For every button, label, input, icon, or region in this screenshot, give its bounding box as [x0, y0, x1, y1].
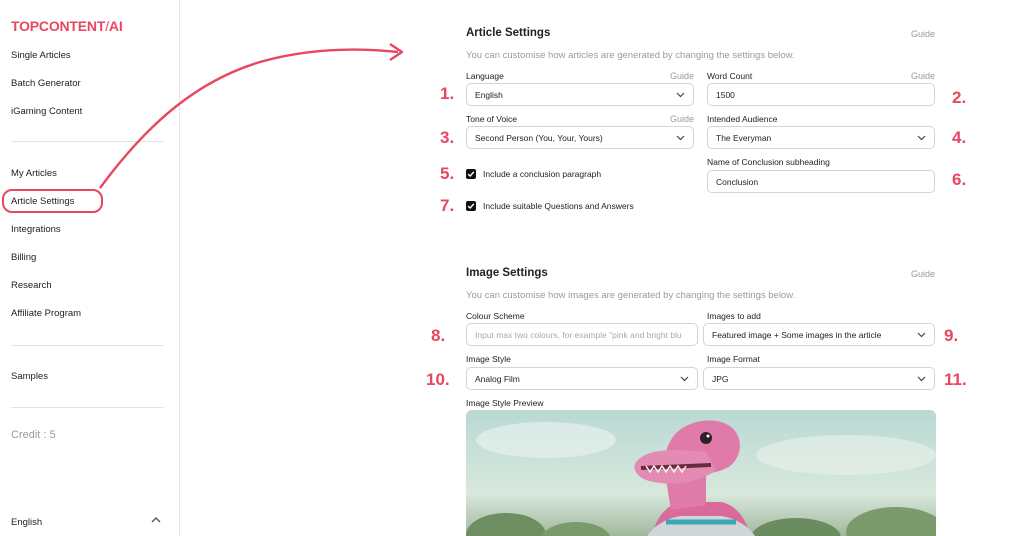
- image-style-preview-label: Image Style Preview: [466, 398, 544, 408]
- conclusion-subheading-label: Name of Conclusion subheading: [707, 157, 830, 167]
- tone-guide-link[interactable]: Guide: [670, 114, 694, 124]
- image-style-preview: [466, 410, 936, 536]
- qa-checkbox[interactable]: [466, 201, 476, 211]
- annotation-number: 2.: [952, 88, 967, 107]
- annotation-number: 10.: [426, 370, 450, 389]
- intended-audience-select[interactable]: The Everyman: [707, 126, 935, 149]
- chevron-down-icon: [917, 332, 926, 337]
- tone-of-voice-label: Tone of Voice: [466, 114, 518, 124]
- annotation-number: 5.: [440, 164, 455, 183]
- page: TOPCONTENT/AI Single Articles Batch Gene…: [0, 0, 1024, 536]
- intended-audience-label: Intended Audience: [707, 114, 778, 124]
- pink-dinosaur-image: [466, 410, 936, 536]
- audience-select-value: The Everyman: [716, 132, 772, 143]
- language-select-value: English: [475, 89, 503, 100]
- tone-of-voice-select[interactable]: Second Person (You, Your, Yours): [466, 126, 694, 149]
- chevron-down-icon: [917, 376, 926, 381]
- annotation-number: 11.: [944, 370, 967, 389]
- conclusion-subheading-value: Conclusion: [716, 176, 759, 187]
- article-settings-guide-link[interactable]: Guide: [911, 29, 935, 39]
- chevron-down-icon: [676, 92, 685, 97]
- language-guide-link[interactable]: Guide: [670, 71, 694, 81]
- annotation-number: 9.: [944, 326, 959, 345]
- colour-scheme-placeholder: Input max two colours, for example "pink…: [475, 329, 682, 340]
- article-settings-title: Article Settings: [466, 27, 551, 39]
- images-to-add-value: Featured image + Some images in the arti…: [712, 329, 882, 340]
- word-count-guide-link[interactable]: Guide: [911, 71, 935, 81]
- image-format-label: Image Format: [707, 354, 760, 364]
- colour-scheme-input[interactable]: Input max two colours, for example "pink…: [466, 323, 698, 346]
- word-count-label: Word Count: [707, 71, 753, 81]
- image-settings-guide-link[interactable]: Guide: [911, 269, 935, 279]
- conclusion-checkbox[interactable]: [466, 169, 476, 179]
- image-settings-subtitle: You can customise how images are generat…: [466, 290, 796, 301]
- chevron-down-icon: [680, 376, 689, 381]
- word-count-value: 1500: [716, 89, 735, 100]
- checkmark-icon: [467, 171, 475, 178]
- images-to-add-label: Images to add: [707, 311, 761, 321]
- qa-checkbox-label[interactable]: Include suitable Questions and Answers: [483, 201, 634, 211]
- image-style-value: Analog Film: [475, 373, 520, 384]
- annotation-number: 4.: [952, 128, 967, 147]
- conclusion-subheading-input[interactable]: Conclusion: [707, 170, 935, 193]
- image-format-value: JPG: [712, 373, 729, 384]
- image-style-label: Image Style: [466, 354, 511, 364]
- colour-scheme-label: Colour Scheme: [466, 311, 525, 321]
- image-settings-title: Image Settings: [466, 267, 548, 279]
- language-select[interactable]: English: [466, 83, 694, 106]
- article-settings-subtitle: You can customise how articles are gener…: [466, 50, 795, 61]
- image-style-select[interactable]: Analog Film: [466, 367, 698, 390]
- chevron-down-icon: [676, 135, 685, 140]
- annotation-number: 8.: [431, 326, 446, 345]
- images-to-add-select[interactable]: Featured image + Some images in the arti…: [703, 323, 935, 346]
- image-format-select[interactable]: JPG: [703, 367, 935, 390]
- tone-select-value: Second Person (You, Your, Yours): [475, 132, 603, 143]
- annotation-number: 1.: [440, 84, 455, 103]
- annotation-number: 6.: [952, 170, 967, 189]
- conclusion-checkbox-label[interactable]: Include a conclusion paragraph: [483, 169, 601, 179]
- word-count-input[interactable]: 1500: [707, 83, 935, 106]
- chevron-down-icon: [917, 135, 926, 140]
- annotation-number: 3.: [440, 128, 455, 147]
- annotation-number: 7.: [440, 196, 455, 215]
- checkmark-icon: [467, 203, 475, 210]
- language-label: Language: [466, 71, 504, 81]
